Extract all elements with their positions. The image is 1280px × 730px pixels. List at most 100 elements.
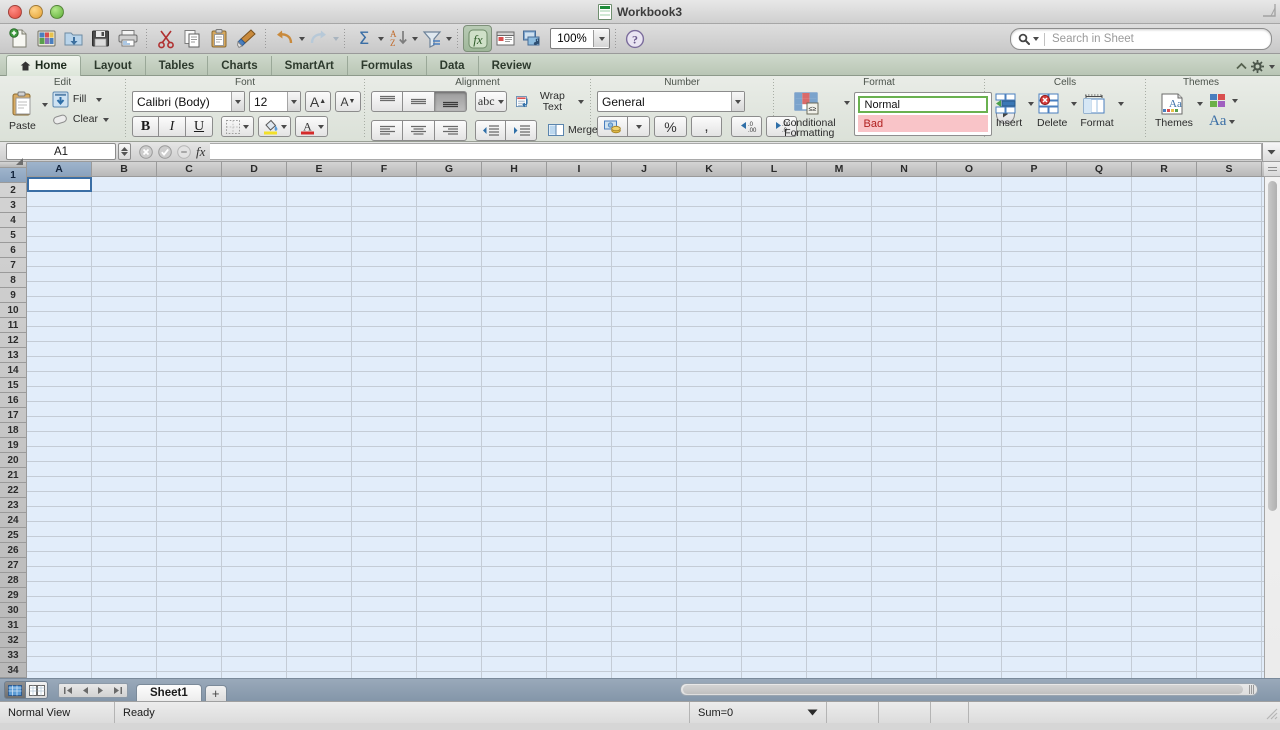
cell-Q7[interactable] [1067, 267, 1132, 281]
cell-A13[interactable] [27, 357, 92, 371]
cell-C10[interactable] [157, 312, 222, 326]
cell-B2[interactable] [92, 192, 157, 206]
cell-I6[interactable] [547, 252, 612, 266]
cell-G23[interactable] [417, 507, 482, 521]
cell-L29[interactable] [742, 597, 807, 611]
cell-I17[interactable] [547, 417, 612, 431]
cell-R4[interactable] [1132, 222, 1197, 236]
cell-I28[interactable] [547, 582, 612, 596]
row-header-10[interactable]: 10 [0, 303, 26, 318]
cell-D21[interactable] [222, 477, 287, 491]
cell-B28[interactable] [92, 582, 157, 596]
cell-J11[interactable] [612, 327, 677, 341]
cell-R20[interactable] [1132, 462, 1197, 476]
wrap-text-dropdown-arrow-icon[interactable] [578, 100, 584, 104]
cell-N24[interactable] [872, 522, 937, 536]
cell-F28[interactable] [352, 582, 417, 596]
cell-Q10[interactable] [1067, 312, 1132, 326]
underline-button[interactable]: U [186, 116, 213, 137]
cell-P16[interactable] [1002, 402, 1067, 416]
cell-M22[interactable] [807, 492, 872, 506]
cell-J28[interactable] [612, 582, 677, 596]
column-header-E[interactable]: E [287, 162, 352, 176]
cell-L20[interactable] [742, 462, 807, 476]
cell-E16[interactable] [287, 402, 352, 416]
row-header-26[interactable]: 26 [0, 543, 26, 558]
cell-C4[interactable] [157, 222, 222, 236]
column-header-H[interactable]: H [482, 162, 547, 176]
cell-C3[interactable] [157, 207, 222, 221]
cell-F29[interactable] [352, 597, 417, 611]
cell-B20[interactable] [92, 462, 157, 476]
cut-button[interactable] [152, 26, 179, 51]
row-header-30[interactable]: 30 [0, 603, 26, 618]
paste-toolbar-button[interactable] [206, 26, 233, 51]
cell-Q22[interactable] [1067, 492, 1132, 506]
cell-C21[interactable] [157, 477, 222, 491]
cell-I16[interactable] [547, 402, 612, 416]
cell-E33[interactable] [287, 657, 352, 671]
cell-I12[interactable] [547, 342, 612, 356]
cell-D29[interactable] [222, 597, 287, 611]
print-button[interactable] [114, 26, 141, 51]
theme-colors-dropdown-arrow-icon[interactable] [1231, 98, 1238, 103]
cell-F19[interactable] [352, 447, 417, 461]
row-header-1[interactable]: 1 [0, 168, 26, 183]
cell-I18[interactable] [547, 432, 612, 446]
cell-R23[interactable] [1132, 507, 1197, 521]
cell-G18[interactable] [417, 432, 482, 446]
cell-S7[interactable] [1197, 267, 1262, 281]
cell-F4[interactable] [352, 222, 417, 236]
cell-L26[interactable] [742, 552, 807, 566]
cell-B1[interactable] [92, 177, 157, 191]
cell-G29[interactable] [417, 597, 482, 611]
cell-S17[interactable] [1197, 417, 1262, 431]
cell-G22[interactable] [417, 492, 482, 506]
cell-M32[interactable] [807, 642, 872, 656]
cell-C28[interactable] [157, 582, 222, 596]
minimize-window-button[interactable] [29, 4, 43, 19]
filter-button[interactable] [418, 26, 445, 51]
cell-H8[interactable] [482, 282, 547, 296]
wrap-text-button[interactable]: Wrap Text [515, 91, 584, 113]
cell-J25[interactable] [612, 537, 677, 551]
cell-N23[interactable] [872, 507, 937, 521]
cell-A3[interactable] [27, 207, 92, 221]
cell-H15[interactable] [482, 387, 547, 401]
increase-font-size-button[interactable]: A ▲ [305, 91, 331, 112]
comma-format-button[interactable]: , [691, 116, 722, 137]
cell-P3[interactable] [1002, 207, 1067, 221]
cell-O22[interactable] [937, 492, 1002, 506]
normal-view-button[interactable] [4, 681, 26, 699]
cell-H12[interactable] [482, 342, 547, 356]
cell-S25[interactable] [1197, 537, 1262, 551]
cell-N4[interactable] [872, 222, 937, 236]
cell-P29[interactable] [1002, 597, 1067, 611]
cell-N7[interactable] [872, 267, 937, 281]
column-header-N[interactable]: N [872, 162, 937, 176]
row-header-5[interactable]: 5 [0, 228, 26, 243]
cell-H2[interactable] [482, 192, 547, 206]
cell-G20[interactable] [417, 462, 482, 476]
cell-S9[interactable] [1197, 297, 1262, 311]
cell-P6[interactable] [1002, 252, 1067, 266]
cell-J12[interactable] [612, 342, 677, 356]
cell-M3[interactable] [807, 207, 872, 221]
cell-G30[interactable] [417, 612, 482, 626]
cell-A15[interactable] [27, 387, 92, 401]
cell-M13[interactable] [807, 357, 872, 371]
cell-Q15[interactable] [1067, 387, 1132, 401]
cell-N19[interactable] [872, 447, 937, 461]
cell-S27[interactable] [1197, 567, 1262, 581]
cell-K30[interactable] [677, 612, 742, 626]
cell-Q25[interactable] [1067, 537, 1132, 551]
style-bad[interactable]: Bad [857, 115, 988, 132]
cell-C19[interactable] [157, 447, 222, 461]
cell-M7[interactable] [807, 267, 872, 281]
row-header-32[interactable]: 32 [0, 633, 26, 648]
toolbox-button[interactable] [492, 26, 519, 51]
cell-F15[interactable] [352, 387, 417, 401]
cell-H4[interactable] [482, 222, 547, 236]
cell-M21[interactable] [807, 477, 872, 491]
cell-S6[interactable] [1197, 252, 1262, 266]
